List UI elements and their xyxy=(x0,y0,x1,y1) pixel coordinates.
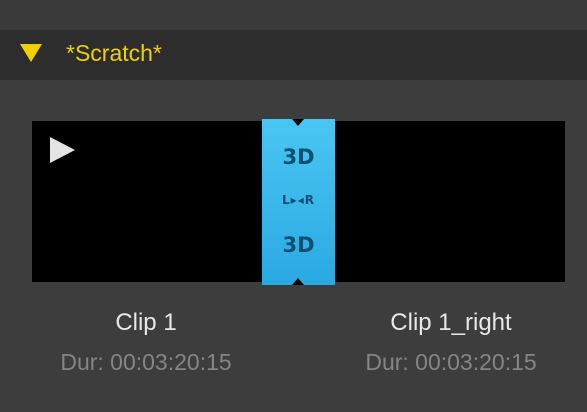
triangle-down-icon[interactable] xyxy=(20,44,42,62)
stereo-3d-marker[interactable]: 3D L▸◂R 3D xyxy=(262,119,335,285)
clip-duration-left: Dur: 00:03:20:15 xyxy=(60,349,232,375)
marker-notch-top xyxy=(292,119,304,126)
scratch-panel: *Scratch* 3D L▸◂R 3D Clip 1 Dur: 00:03:2… xyxy=(0,0,587,412)
marker-lr-label: L▸◂R xyxy=(282,193,315,207)
marker-3d-label-top: 3D xyxy=(282,145,315,169)
clip-name-right: Clip 1_right xyxy=(390,309,512,336)
marker-notch-bottom xyxy=(292,278,304,285)
clip-name-left: Clip 1 xyxy=(115,309,177,336)
panel-title: *Scratch* xyxy=(66,40,162,66)
top-bar xyxy=(0,0,587,30)
play-icon[interactable] xyxy=(50,137,75,163)
clip-duration-right: Dur: 00:03:20:15 xyxy=(365,349,537,375)
panel-header[interactable]: *Scratch* xyxy=(0,30,587,80)
marker-3d-label-bottom: 3D xyxy=(282,233,315,257)
